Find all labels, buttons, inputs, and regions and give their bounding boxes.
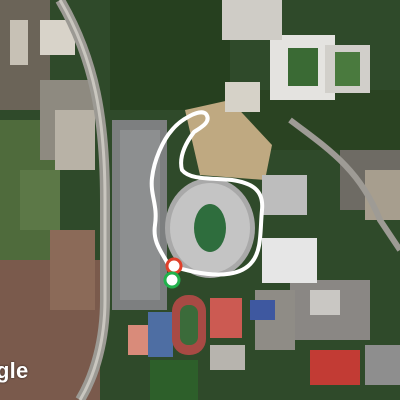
secondary-stadium-pitch — [288, 48, 318, 86]
residential-area — [50, 230, 95, 310]
building — [210, 345, 245, 370]
forest-patch — [110, 0, 230, 110]
sports-field — [150, 360, 198, 400]
blue-roof-building — [250, 300, 275, 320]
building — [128, 325, 150, 355]
grass-field — [20, 170, 60, 230]
route-end-marker[interactable] — [165, 257, 183, 275]
red-roof-building — [210, 298, 242, 338]
map-imagery — [0, 0, 400, 400]
secondary-stadium-pitch — [335, 52, 360, 86]
blue-roof-building — [148, 312, 173, 357]
satellite-map[interactable]: gle — [0, 0, 400, 400]
arena-building — [262, 238, 317, 283]
building — [310, 290, 340, 315]
red-roof-building — [310, 350, 360, 385]
building — [365, 345, 400, 385]
map-attribution: gle — [0, 358, 29, 383]
athletics-field — [180, 305, 198, 345]
route-start-marker[interactable] — [163, 271, 181, 289]
building — [225, 82, 260, 112]
building-cluster — [55, 110, 95, 170]
building — [10, 20, 28, 65]
main-stadium-pitch — [194, 204, 226, 252]
building-cluster — [222, 0, 282, 40]
building — [262, 175, 307, 215]
